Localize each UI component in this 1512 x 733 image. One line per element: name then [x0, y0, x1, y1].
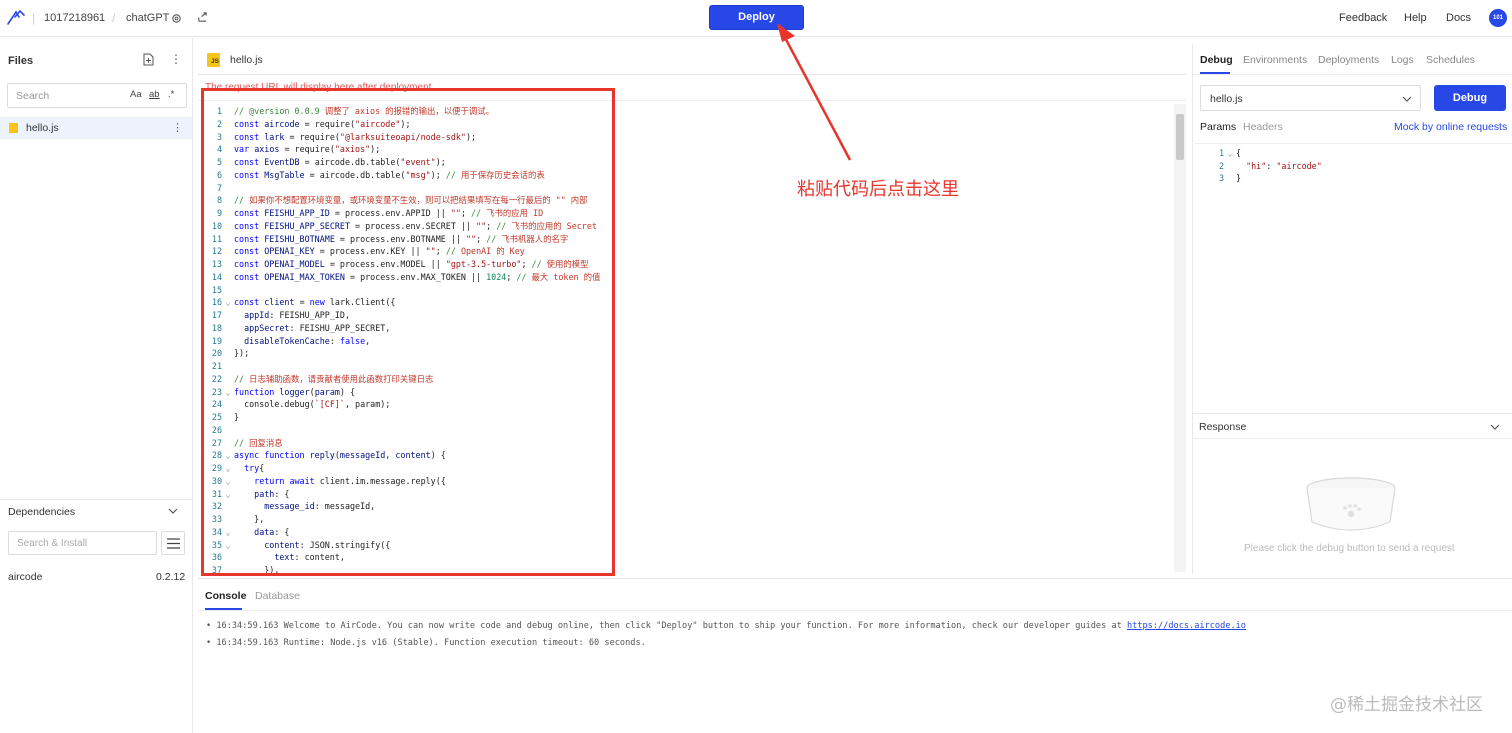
dependency-version: 0.2.12	[156, 571, 186, 583]
dependencies-header[interactable]: Dependencies	[0, 499, 192, 523]
highlight-box	[201, 88, 615, 576]
tab-params[interactable]: Params	[1200, 121, 1236, 133]
params-editor[interactable]: 1 ⌄{2 "hi": "aircode" 3}	[1194, 143, 1512, 413]
code-text: "hi": "aircode"	[1246, 160, 1322, 171]
line-number: 3	[1218, 173, 1224, 183]
divider	[1193, 74, 1512, 75]
function-file-select[interactable]: hello.js	[1200, 85, 1421, 111]
response-title: Response	[1199, 421, 1247, 433]
dependency-search-placeholder: Search & Install	[17, 538, 88, 549]
editor-tab-bar: JS hello.js	[198, 44, 1186, 75]
log-time: 16:34:59.163	[216, 638, 279, 648]
project-name[interactable]: chatGPT	[126, 12, 169, 24]
dependency-name: aircode	[8, 571, 43, 583]
tab-database[interactable]: Database	[255, 590, 300, 602]
tab-debug[interactable]: Debug	[1200, 54, 1233, 66]
empty-bowl-icon	[1306, 477, 1396, 531]
code-line: 1 ⌄{	[1202, 147, 1322, 160]
console-panel: Console Database • 16:34:59.163 Welcome …	[198, 578, 1512, 733]
code-text: {	[1236, 148, 1242, 158]
tab-console[interactable]: Console	[205, 590, 246, 602]
aircode-logo-icon[interactable]	[6, 8, 26, 28]
help-link[interactable]: Help	[1404, 12, 1427, 24]
tab-environments[interactable]: Environments	[1243, 54, 1307, 66]
tab-deployments[interactable]: Deployments	[1318, 54, 1379, 66]
mock-online-requests-link[interactable]: Mock by online requests	[1394, 121, 1507, 133]
dependency-search-input[interactable]: Search & Install	[8, 531, 157, 555]
file-more-icon[interactable]: ⋮	[172, 121, 183, 134]
chevron-down-icon	[1402, 96, 1412, 102]
empty-response-text: Please click the debug button to send a …	[1244, 543, 1455, 554]
chevron-down-icon[interactable]	[1490, 424, 1500, 431]
response-header[interactable]: Response	[1192, 413, 1512, 439]
js-file-icon: JS	[207, 53, 220, 67]
more-icon[interactable]: ⋮	[170, 52, 182, 66]
code-line: 2 "hi": "aircode"	[1202, 160, 1322, 173]
feedback-link[interactable]: Feedback	[1339, 12, 1387, 24]
tab-logs[interactable]: Logs	[1391, 54, 1414, 66]
app-id: 1017218961	[44, 12, 106, 24]
files-title: Files	[8, 55, 34, 67]
selected-file: hello.js	[1210, 93, 1243, 105]
separator: /	[112, 11, 116, 25]
chevron-down-icon[interactable]	[168, 508, 178, 515]
code-line: 3}	[1202, 172, 1322, 185]
tab-hello-js[interactable]: hello.js	[230, 54, 263, 66]
js-file-icon	[9, 123, 18, 133]
log-time: 16:34:59.163	[216, 621, 279, 631]
tab-schedules[interactable]: Schedules	[1426, 54, 1475, 66]
docs-link[interactable]: https://docs.aircode.io	[1127, 621, 1246, 631]
annotation-text: 粘贴代码后点击这里	[797, 179, 959, 200]
tab-headers[interactable]: Headers	[1243, 121, 1283, 133]
params-code: 1 ⌄{2 "hi": "aircode" 3}	[1202, 147, 1322, 185]
file-search-input[interactable]: Search Aa ab .*	[7, 83, 187, 108]
divider	[198, 610, 1512, 611]
file-item-hello-js[interactable]: hello.js ⋮	[0, 117, 192, 139]
annotation-arrow	[777, 23, 852, 161]
watermark: @稀土掘金技术社区	[1330, 695, 1483, 715]
debug-button[interactable]: Debug	[1434, 85, 1506, 111]
search-placeholder: Search	[16, 90, 50, 102]
fold-icon[interactable]: ⌄	[1224, 147, 1236, 160]
log-text: Runtime: Node.js v16 (Stable). Function …	[278, 638, 646, 648]
line-number: 1	[1218, 148, 1224, 158]
share-icon[interactable]	[197, 12, 208, 23]
code-text: }	[1236, 173, 1242, 183]
regex-icon[interactable]: .*	[168, 89, 174, 100]
whole-word-icon[interactable]: ab	[149, 89, 160, 100]
line-number: 2	[1218, 160, 1224, 171]
match-case-icon[interactable]: Aa	[130, 89, 142, 100]
editor-scrollbar[interactable]	[1174, 104, 1186, 572]
files-panel: Files ⋮ Search Aa ab .* hello.js ⋮ Depen…	[0, 38, 193, 733]
separator: |	[32, 11, 36, 25]
avatar[interactable]: 101	[1489, 9, 1507, 27]
list-icon	[167, 538, 180, 549]
scrollbar-thumb[interactable]	[1176, 114, 1184, 160]
log-line: • 16:34:59.163 Welcome to AirCode. You c…	[206, 621, 1246, 631]
new-file-icon[interactable]	[142, 53, 154, 66]
dependency-list-button[interactable]	[161, 531, 185, 555]
top-bar: | 1017218961 / chatGPT Deploy Feedback H…	[0, 0, 1512, 37]
dependencies-title: Dependencies	[8, 506, 76, 518]
file-name: hello.js	[26, 122, 59, 134]
log-text: Welcome to AirCode. You can now write co…	[278, 621, 1127, 631]
log-line: • 16:34:59.163 Runtime: Node.js v16 (Sta…	[206, 638, 646, 648]
gear-icon[interactable]	[171, 13, 182, 24]
docs-link[interactable]: Docs	[1446, 12, 1471, 24]
